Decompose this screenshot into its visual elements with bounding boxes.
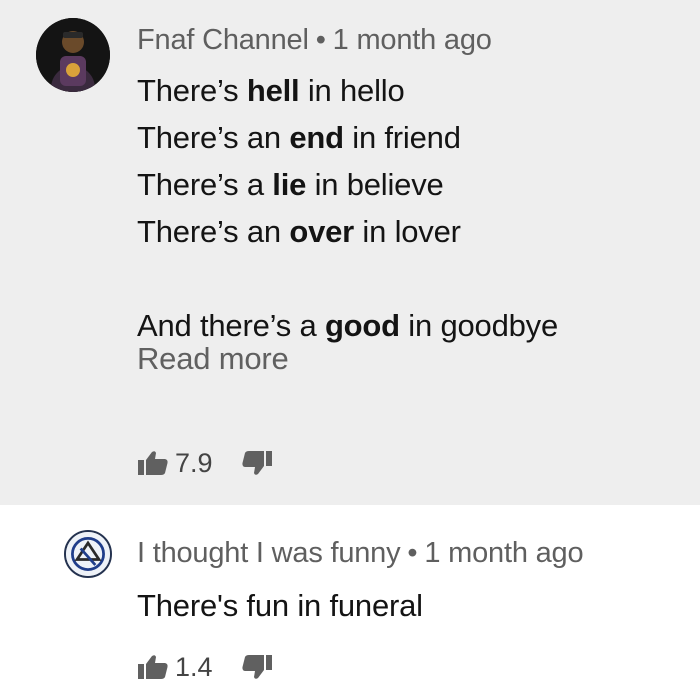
comment-line: There’s hell in hello [137,67,558,114]
comment-body: There's fun in funeral [137,588,423,623]
comment-author[interactable]: I thought I was funny [137,537,401,569]
comment-meta: I thought I was funny • 1 month ago [137,537,584,570]
line-text: in friend [343,120,461,155]
line-text: There’s [137,73,247,108]
thumbs-up-icon[interactable] [137,653,169,681]
line-text: in goodbye [399,308,558,343]
line-bold-text: end [289,120,344,155]
line-text: There’s a [137,167,273,202]
comment-line: There’s a lie in believe [137,161,558,208]
comment-card: Fnaf Channel • 1 month ago There’s hell in… [0,0,700,505]
comment-timestamp[interactable]: 1 month ago [333,24,492,56]
comment-author[interactable]: Fnaf Channel [137,24,309,56]
line-bold-text: good [324,308,400,343]
comment-timestamp[interactable]: 1 month ago [424,537,583,569]
avatar-character-icon [36,18,110,92]
avatar[interactable] [36,18,110,92]
comments-section: Fnaf Channel • 1 month ago There’s hell in… [0,0,700,700]
like-count: 1.4 [175,651,213,682]
comment-line: There’s an over in lover [137,208,558,255]
comment-body: There’s hell in hello There’s an end in … [137,67,558,349]
line-bold-text: over [289,214,355,249]
line-bold-text: lie [272,167,307,202]
read-more-link[interactable]: Read more [137,341,289,377]
meta-separator: • [315,24,326,56]
line-text: There’s an [137,214,290,249]
thumbs-down-icon[interactable] [241,449,273,477]
thumbs-down-icon[interactable] [241,653,273,681]
line-text: in lover [354,214,461,249]
comment-actions: 1.4 [137,650,273,684]
comment-meta: Fnaf Channel • 1 month ago [137,24,492,57]
like-count: 7.9 [175,447,213,478]
line-text: in hello [299,73,405,108]
meta-separator: • [407,537,418,569]
thumbs-up-icon[interactable] [137,449,169,477]
line-text: There’s an [137,120,290,155]
line-text: in believe [306,167,444,202]
avatar[interactable] [64,530,112,578]
line-text: And there’s a [137,308,325,343]
comment-line: There’s an end in friend [137,114,558,161]
avatar-logo-icon [66,532,110,576]
line-bold-text: hell [246,73,300,108]
comment-actions: 7.9 [137,446,273,480]
